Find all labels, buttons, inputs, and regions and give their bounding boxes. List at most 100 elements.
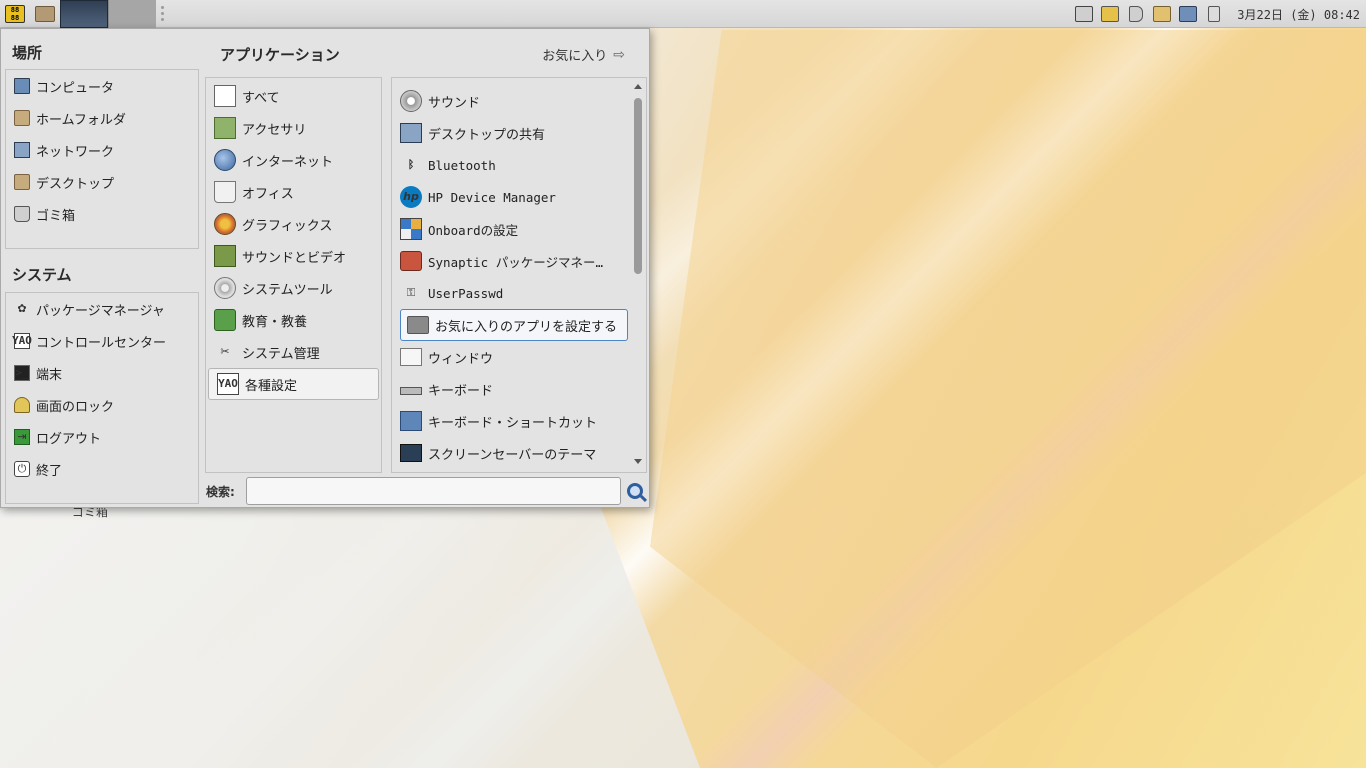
- search-input[interactable]: [246, 477, 621, 505]
- logout-icon: ⇥: [14, 429, 30, 445]
- keyboard-shortcut-icon: [400, 411, 422, 431]
- app-desktop-sharing[interactable]: デスクトップの共有: [392, 117, 630, 149]
- category-sound-video[interactable]: サウンドとビデオ: [206, 240, 381, 272]
- internet-icon: [214, 149, 236, 171]
- places-list: コンピュータ ホームフォルダ ネットワーク デスクトップ ゴミ箱: [5, 69, 199, 249]
- app-userpasswd[interactable]: ⚿ UserPasswd: [392, 277, 630, 309]
- network-monitor-tray-icon[interactable]: [1175, 0, 1201, 28]
- scroll-track[interactable]: [634, 94, 642, 454]
- desktop-sharing-icon: [400, 123, 422, 143]
- scroll-down-icon[interactable]: [634, 459, 642, 464]
- all-apps-icon: [214, 85, 236, 107]
- category-list: すべて アクセサリ インターネット オフィス グラフィックス サウンドとビデオ …: [205, 77, 382, 473]
- window-icon: [400, 348, 422, 366]
- printer-tray-icon[interactable]: [1071, 0, 1097, 28]
- network-icon: [14, 142, 30, 158]
- clipboard-tray-icon[interactable]: [1149, 0, 1175, 28]
- category-accessories[interactable]: アクセサリ: [206, 112, 381, 144]
- place-trash[interactable]: ゴミ箱: [6, 198, 198, 230]
- office-icon: [214, 181, 236, 203]
- whisker-menu: 場所 コンピュータ ホームフォルダ ネットワーク デスクトップ ゴミ箱 システム…: [0, 28, 650, 508]
- category-graphics[interactable]: グラフィックス: [206, 208, 381, 240]
- app-keyboard-shortcuts[interactable]: キーボード・ショートカット: [392, 405, 630, 437]
- system-terminal[interactable]: >_ 端末: [6, 357, 198, 389]
- settings-icon: YAO: [217, 373, 239, 395]
- applications-title: アプリケーション: [220, 46, 340, 64]
- category-internet[interactable]: インターネット: [206, 144, 381, 176]
- app-keyboard[interactable]: キーボード: [392, 373, 630, 405]
- shutdown-icon: ⏻: [14, 461, 30, 477]
- category-administration[interactable]: ✂ システム管理: [206, 336, 381, 368]
- home-folder-icon: [14, 110, 30, 126]
- keyboard-icon: [400, 387, 422, 395]
- power-tray-icon[interactable]: [1201, 0, 1227, 28]
- category-office[interactable]: オフィス: [206, 176, 381, 208]
- synaptic-icon: [400, 251, 422, 271]
- favorites-label: お気に入り: [542, 49, 608, 64]
- system-tools-icon: [214, 277, 236, 299]
- place-home[interactable]: ホームフォルダ: [6, 102, 198, 134]
- accessories-icon: [214, 117, 236, 139]
- system-lock-screen[interactable]: 画面のロック: [6, 389, 198, 421]
- whisker-menu-button[interactable]: 88 88: [0, 0, 30, 28]
- system-logout[interactable]: ⇥ ログアウト: [6, 421, 198, 453]
- app-window[interactable]: ウィンドウ: [392, 341, 630, 373]
- sound-icon: [400, 90, 422, 112]
- category-education[interactable]: 教育・教養: [206, 304, 381, 336]
- administration-icon: ✂: [220, 345, 230, 358]
- system-list: ✿ パッケージマネージャ YAO コントロールセンター >_ 端末 画面のロック ⇥ ロ…: [5, 292, 199, 504]
- network-tray-icon[interactable]: [1097, 0, 1123, 28]
- favorites-config-icon: [407, 316, 429, 334]
- arrow-right-icon: ⇨: [613, 46, 625, 63]
- app-hp-device-manager[interactable]: hp HP Device Manager: [392, 181, 630, 213]
- system-shutdown[interactable]: ⏻ 終了: [6, 453, 198, 485]
- category-system-tools[interactable]: システムツール: [206, 272, 381, 304]
- panel-clock[interactable]: 3月22日 (金) 08:42: [1227, 6, 1366, 23]
- hp-icon: hp: [400, 186, 422, 208]
- search-icon[interactable]: [627, 483, 643, 499]
- app-onboard-settings[interactable]: Onboardの設定: [392, 213, 630, 245]
- app-sound[interactable]: サウンド: [392, 85, 630, 117]
- panel-handle[interactable]: [156, 0, 168, 28]
- category-all[interactable]: すべて: [206, 80, 381, 112]
- computer-icon: [14, 78, 30, 94]
- system-package-manager[interactable]: ✿ パッケージマネージャ: [6, 293, 198, 325]
- top-panel: 88 88 3月22日 (金) 08:42: [0, 0, 1366, 28]
- system-control-center[interactable]: YAO コントロールセンター: [6, 325, 198, 357]
- lock-screen-icon: [14, 397, 30, 413]
- app-screensaver-theme[interactable]: スクリーンセーバーのテーマ: [392, 437, 630, 469]
- folder-icon: [35, 5, 55, 22]
- places-title: 場所: [12, 44, 43, 62]
- trash-icon: [14, 206, 30, 222]
- workspace-2[interactable]: [108, 0, 156, 28]
- desktop-folder-icon: [14, 174, 30, 190]
- system-title: システム: [12, 266, 72, 284]
- app-list-scrollbar[interactable]: [632, 82, 644, 466]
- education-icon: [214, 309, 236, 331]
- application-list: サウンド デスクトップの共有 ᛒ Bluetooth hp HP Device Ma…: [391, 77, 647, 473]
- place-network[interactable]: ネットワーク: [6, 134, 198, 166]
- app-synaptic[interactable]: Synaptic パッケージマネー…: [392, 245, 630, 277]
- key-icon: ⚿: [406, 286, 416, 299]
- scroll-thumb[interactable]: [634, 98, 642, 274]
- file-manager-launcher[interactable]: [30, 0, 60, 28]
- search-label: 検索:: [206, 485, 235, 499]
- control-center-icon: YAO: [12, 333, 32, 349]
- screensaver-icon: [400, 444, 422, 462]
- terminal-icon: >_: [14, 365, 30, 381]
- package-manager-icon: ✿: [17, 302, 27, 315]
- system-tray: 3月22日 (金) 08:42: [1071, 0, 1366, 28]
- place-computer[interactable]: コンピュータ: [6, 70, 198, 102]
- onboard-icon: [400, 218, 422, 240]
- whisker-menu-icon: 88 88: [5, 4, 25, 23]
- favorites-button[interactable]: お気に入り ⇨: [542, 45, 625, 65]
- volume-tray-icon[interactable]: [1123, 0, 1149, 28]
- sound-video-icon: [214, 245, 236, 267]
- graphics-icon: [214, 213, 236, 235]
- workspace-1[interactable]: [60, 0, 108, 28]
- app-favorites-config[interactable]: お気に入りのアプリを設定する: [400, 309, 628, 341]
- app-bluetooth[interactable]: ᛒ Bluetooth: [392, 149, 630, 181]
- category-settings[interactable]: YAO 各種設定: [208, 368, 379, 400]
- place-desktop[interactable]: デスクトップ: [6, 166, 198, 198]
- scroll-up-icon[interactable]: [634, 84, 642, 89]
